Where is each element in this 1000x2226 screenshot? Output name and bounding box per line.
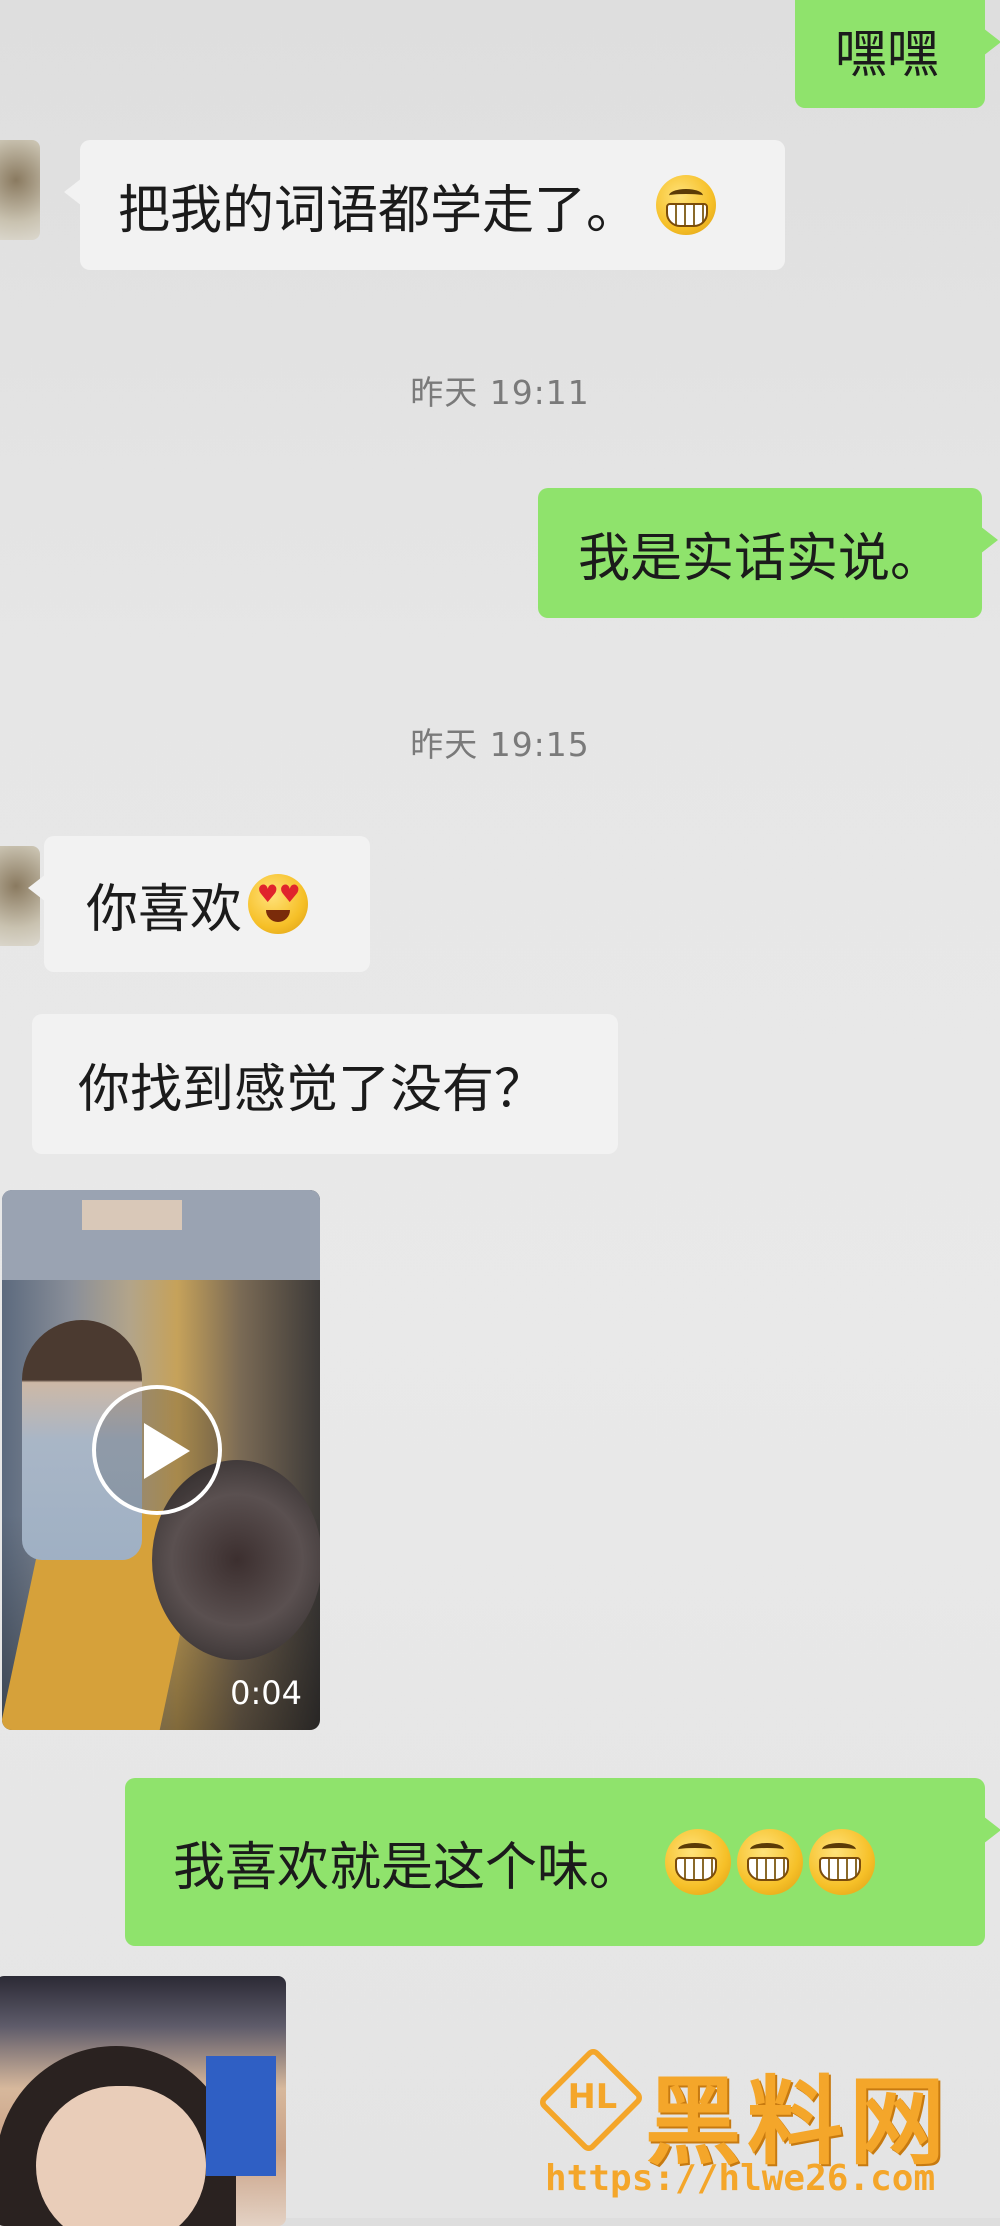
message-text: 我喜欢就是这个味。 [173,1837,642,1898]
message-text: 嘿嘿 [835,24,940,85]
timestamp: 昨天 19:11 [410,373,590,412]
message-text: 你喜欢 [86,879,243,940]
image-thumbnail-detail [36,2086,206,2226]
grin-emoji-icon [737,1829,804,1895]
play-icon[interactable] [92,1385,222,1515]
watermark-url: https://hlwe26.com [545,2158,936,2199]
watermark-logo-icon: HL [536,2045,646,2155]
incoming-message[interactable]: 把我的词语都学走了。 [64,140,785,270]
grin-emoji-icon [809,1829,876,1895]
watermark: HL 黑料网 https://hlwe26.com [536,2045,985,2200]
outgoing-message[interactable]: 我喜欢就是这个味。 [125,1778,1000,1946]
heart-eyes-emoji-icon [248,874,309,934]
message-text: 你找到感觉了没有？ [78,1059,547,1120]
image-message[interactable] [0,1976,286,2226]
image-thumbnail-detail [206,2056,276,2176]
video-thumbnail-detail [82,1200,182,1230]
timestamp: 昨天 19:15 [410,725,590,764]
outgoing-message[interactable]: 我是实话实说。 [538,488,998,618]
grin-emoji-icon [656,175,717,235]
message-text: 我是实话实说。 [578,528,943,589]
contact-avatar[interactable] [0,140,40,240]
incoming-message[interactable]: 你找到感觉了没有？ [32,1014,618,1154]
grin-emoji-icon [665,1829,732,1895]
video-duration: 0:04 [230,1674,302,1712]
message-text: 把我的词语都学走了。 [118,180,639,241]
video-message[interactable]: 0:04 [2,1190,320,1730]
incoming-message[interactable]: 你喜欢 [28,836,370,972]
outgoing-message[interactable]: 嘿嘿 [795,0,1000,108]
